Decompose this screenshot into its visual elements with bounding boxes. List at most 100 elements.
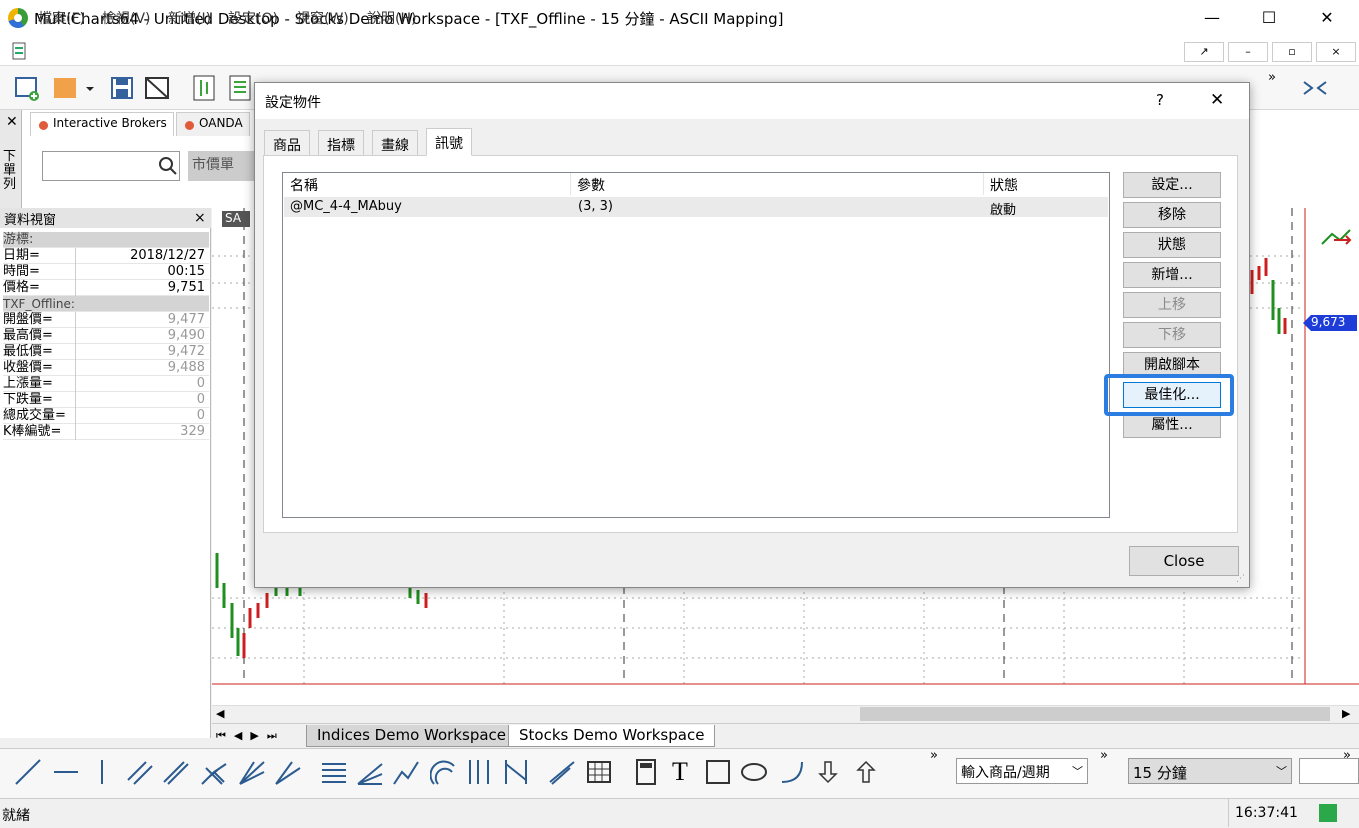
cycle-lines-icon[interactable] bbox=[502, 758, 530, 786]
settings-button[interactable]: 設定... bbox=[1123, 172, 1221, 198]
tab-signals[interactable]: 訊號 bbox=[426, 128, 472, 156]
horizontal-line-icon[interactable] bbox=[52, 758, 80, 786]
resolution-select[interactable]: 15 分鐘 ﹀ bbox=[1128, 758, 1292, 784]
menu-view[interactable]: 檢視(V) bbox=[102, 8, 151, 28]
sa-badge[interactable]: SA bbox=[222, 211, 250, 227]
data-row: K棒編號= 329 bbox=[3, 424, 209, 440]
dialog-title-bar bbox=[255, 83, 1249, 119]
close-chart-icon[interactable] bbox=[144, 74, 170, 102]
order-bar-close-icon[interactable]: ✕ bbox=[6, 114, 18, 130]
arc-icon[interactable] bbox=[778, 758, 806, 786]
column-header-params[interactable]: 參數 bbox=[577, 175, 605, 195]
data-row: 日期= 2018/12/27 bbox=[3, 248, 209, 264]
toolbar-overflow-icon[interactable]: » bbox=[1268, 70, 1276, 85]
mdi-minimize-icon[interactable]: – bbox=[1228, 42, 1268, 62]
remove-button[interactable]: 移除 bbox=[1123, 202, 1221, 228]
arrow-up-icon[interactable] bbox=[852, 758, 880, 786]
menu-bar bbox=[0, 36, 1359, 66]
chevron-down-icon[interactable] bbox=[82, 74, 98, 102]
menu-file[interactable]: 檔案(F) bbox=[38, 8, 85, 28]
parallel-lines-icon[interactable] bbox=[126, 758, 154, 786]
document-icon bbox=[12, 42, 26, 60]
connection-status-icon bbox=[1319, 804, 1337, 822]
dialog-close-button[interactable]: Close bbox=[1129, 546, 1239, 576]
scrollbar-thumb[interactable] bbox=[860, 707, 1330, 721]
drawbar-overflow-icon[interactable]: » bbox=[930, 748, 938, 763]
close-window-button[interactable]: ✕ bbox=[1304, 0, 1350, 36]
vertical-line-icon[interactable] bbox=[88, 758, 116, 786]
save-icon[interactable] bbox=[110, 74, 136, 102]
trend-line-icon[interactable] bbox=[14, 758, 42, 786]
andrews-pitchfork-icon[interactable] bbox=[200, 758, 228, 786]
app-logo-icon bbox=[8, 8, 28, 28]
data-row: 價格= 9,751 bbox=[3, 280, 209, 296]
fibonacci-time-zones-icon[interactable] bbox=[466, 758, 494, 786]
status-dot-icon bbox=[39, 121, 48, 130]
column-header-status[interactable]: 狀態 bbox=[990, 175, 1018, 195]
tab-drawings[interactable]: 畫線 bbox=[372, 130, 418, 156]
arrow-down-icon[interactable] bbox=[814, 758, 842, 786]
data-row: 最低價= 9,472 bbox=[3, 344, 209, 360]
menu-help[interactable]: 說明(H) bbox=[367, 8, 416, 28]
symbol-interval-select[interactable]: 輸入商品/週期 ﹀ bbox=[956, 758, 1088, 784]
mdi-close-icon[interactable]: × bbox=[1316, 42, 1356, 62]
optimize-highlight-box bbox=[1104, 374, 1234, 416]
calculator-icon[interactable] bbox=[632, 758, 660, 786]
dialog-close-icon[interactable]: ✕ bbox=[1210, 90, 1224, 110]
fibonacci-arcs-icon[interactable] bbox=[429, 758, 458, 786]
tab-stocks-workspace[interactable]: Stocks Demo Workspace bbox=[508, 725, 716, 747]
data-view-title: 資料視窗 bbox=[0, 208, 211, 228]
broker-tab-oanda[interactable]: OANDA bbox=[176, 112, 250, 136]
move-up-button[interactable]: 上移 bbox=[1123, 292, 1221, 318]
order-type-field[interactable]: 市價單 bbox=[188, 151, 258, 181]
bar-chart-icon[interactable] bbox=[192, 74, 218, 102]
add-button[interactable]: 新增... bbox=[1123, 262, 1221, 288]
tab-indicators[interactable]: 指標 bbox=[318, 130, 364, 156]
menu-window[interactable]: 視窗(W) bbox=[296, 8, 349, 28]
menu-insert[interactable]: 新增(I) bbox=[168, 8, 211, 28]
mdi-maximize-icon[interactable]: ▫ bbox=[1272, 42, 1312, 62]
list-icon[interactable] bbox=[228, 74, 254, 102]
drawbar-overflow-icon[interactable]: » bbox=[1100, 748, 1108, 763]
collapse-icon[interactable] bbox=[1300, 76, 1330, 100]
grid-icon[interactable] bbox=[586, 758, 614, 786]
table-row[interactable] bbox=[284, 197, 1108, 217]
text-tool-icon[interactable]: T bbox=[666, 758, 694, 786]
data-row: 總成交量= 0 bbox=[3, 408, 209, 424]
status-button[interactable]: 狀態 bbox=[1123, 232, 1221, 258]
menu-settings[interactable]: 設定(O) bbox=[228, 8, 278, 28]
data-row: 時間= 00:15 bbox=[3, 264, 209, 280]
fibonacci-extension-icon[interactable] bbox=[392, 758, 420, 786]
broker-tab-interactive-brokers[interactable]: Interactive Brokers bbox=[30, 112, 174, 136]
status-bar bbox=[0, 798, 1359, 828]
signals-list[interactable] bbox=[282, 172, 1110, 518]
regression-channel-icon[interactable] bbox=[548, 758, 576, 786]
scroll-left-icon[interactable]: ◀ bbox=[216, 707, 224, 720]
fibonacci-fan-icon[interactable] bbox=[356, 758, 384, 786]
scroll-right-icon[interactable]: ▶ bbox=[1342, 707, 1350, 720]
gann-fan-icon[interactable] bbox=[238, 758, 266, 786]
new-window-icon[interactable] bbox=[52, 74, 78, 102]
resize-grip-icon[interactable]: ⋰ bbox=[1236, 574, 1245, 584]
move-down-button[interactable]: 下移 bbox=[1123, 322, 1221, 348]
fibonacci-retracement-icon[interactable] bbox=[320, 758, 348, 786]
price-tag: 9,673 bbox=[1303, 315, 1357, 331]
tab-nav-icons[interactable]: ⏮◀▶⏭ bbox=[216, 729, 285, 743]
mdi-restore-icon[interactable]: ↗ bbox=[1184, 42, 1224, 62]
help-button[interactable]: ? bbox=[1156, 91, 1164, 109]
tab-indices-workspace[interactable]: Indices Demo Workspace bbox=[306, 725, 518, 747]
speed-lines-icon[interactable] bbox=[274, 758, 302, 786]
new-chart-icon[interactable] bbox=[14, 74, 40, 102]
drawbar-overflow-icon[interactable]: » bbox=[1343, 748, 1351, 763]
tab-instruments[interactable]: 商品 bbox=[264, 130, 310, 156]
maximize-button[interactable]: ☐ bbox=[1246, 0, 1292, 36]
rectangle-icon[interactable] bbox=[704, 758, 732, 786]
data-view-close-icon[interactable]: × bbox=[194, 210, 206, 226]
signal-status-cell: 啟動 bbox=[990, 203, 1017, 218]
search-icon[interactable] bbox=[158, 156, 178, 176]
broker-tab-label: OANDA bbox=[199, 116, 243, 130]
ellipse-icon[interactable] bbox=[740, 758, 768, 786]
minimize-button[interactable]: — bbox=[1189, 0, 1235, 36]
column-header-name[interactable]: 名稱 bbox=[290, 175, 318, 195]
channel-icon[interactable] bbox=[162, 758, 190, 786]
